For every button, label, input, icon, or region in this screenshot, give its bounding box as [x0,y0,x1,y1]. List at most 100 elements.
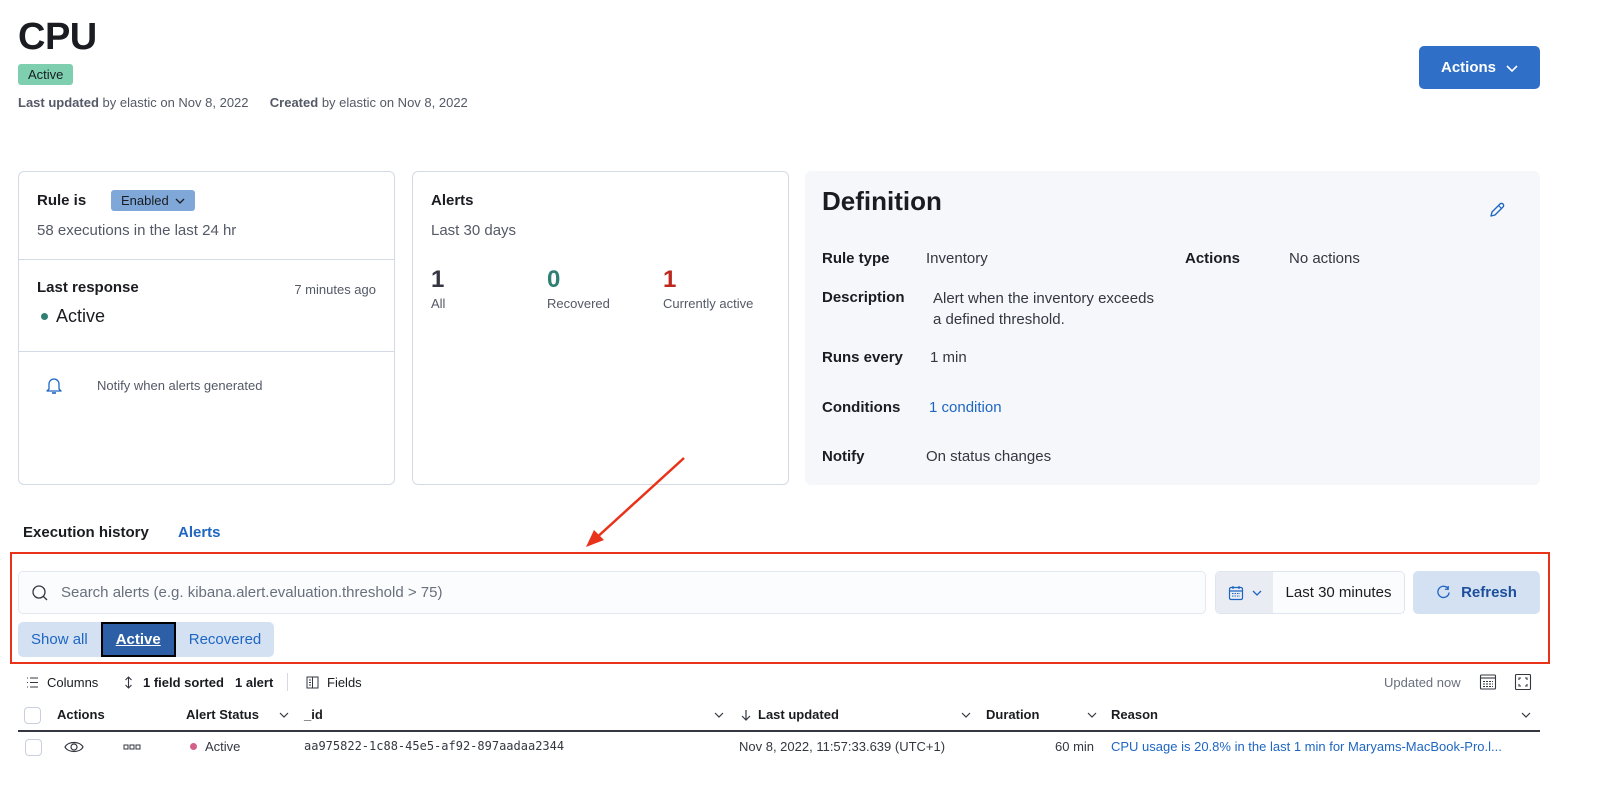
tab-alerts[interactable]: Alerts [178,524,221,541]
column-label: Reason [1111,707,1158,722]
enabled-dropdown[interactable]: Enabled [111,190,195,211]
chevron-down-icon [175,198,185,204]
stat-recovered-label: Recovered [547,296,610,311]
fields-button[interactable]: Fields [306,675,362,690]
row-checkbox-cell [25,739,42,756]
def-key: Description [822,289,905,306]
notify-text: Notify when alerts generated [97,378,263,393]
more-actions-icon[interactable] [123,743,141,751]
sort-button[interactable]: 1 field sorted [122,675,224,690]
def-key: Rule type [822,250,890,267]
stat-recovered: 0 Recovered [547,266,610,311]
last-response-label: Last response [37,279,139,296]
notify-section: Notify when alerts generated [19,352,394,484]
fields-label: Fields [327,675,362,690]
alerts-panel-subtitle: Last 30 days [431,222,517,239]
definition-title: Definition [822,186,942,216]
stat-active-label: Currently active [663,296,754,311]
updated-status: Updated now [1384,675,1461,690]
refresh-icon [1437,585,1450,599]
search-bar [18,571,1206,614]
column-header-reason[interactable]: Reason [1111,707,1158,722]
last-updated-label: Last updated [18,95,99,110]
def-value: On status changes [926,448,1052,465]
filter-recovered[interactable]: Recovered [176,622,275,657]
created-label: Created [269,95,319,110]
stat-all-label: All [431,296,446,311]
fullscreen-icon[interactable] [1514,673,1532,691]
alerts-summary-panel: Alerts Last 30 days 1 All 0 Recovered 1 … [412,171,789,485]
def-value: No actions [1289,250,1360,267]
last-response-status: Active [41,306,105,327]
rule-enabled-section: Rule is Enabled 58 executions in the las… [19,172,394,260]
enabled-label: Enabled [121,193,169,208]
toolbar-divider [287,673,288,691]
search-input[interactable] [61,584,1205,601]
alert-count: 1 alert [235,675,274,690]
last-response-section: Last response 7 minutes ago Active [19,260,394,352]
refresh-label: Refresh [1461,584,1517,601]
def-value: Inventory [926,250,988,267]
conditions-link[interactable]: 1 condition [929,399,1002,416]
pencil-icon[interactable] [1488,201,1506,219]
eye-icon[interactable] [64,739,84,755]
row-reason-link[interactable]: CPU usage is 20.8% in the last 1 min for… [1111,739,1502,754]
columns-label: Columns [47,675,99,690]
row-status: Active [205,739,241,754]
def-key: Conditions [822,399,901,416]
search-icon [32,584,48,600]
chevron-down-icon[interactable] [961,710,971,720]
column-header-last-updated[interactable]: Last updated [740,707,839,722]
status-filter-group: Show all Active Recovered [18,622,275,657]
columns-button[interactable]: Columns [26,675,98,690]
alerts-panel-title: Alerts [431,192,474,209]
status-dot-icon [190,743,197,750]
stat-all-value: 1 [431,266,445,293]
fields-icon [306,676,319,689]
def-key: Runs every [822,349,903,366]
filter-show-all[interactable]: Show all [18,622,101,657]
tab-execution-history[interactable]: Execution history [23,524,149,541]
column-label: Duration [986,707,1040,722]
status-badge: Active [18,64,74,85]
page-title: CPU [18,16,97,58]
def-key: Notify [822,448,865,465]
sort-descending-icon [741,709,751,721]
column-header-alert-status[interactable]: Alert Status [186,707,259,722]
chevron-down-icon[interactable] [1521,710,1531,720]
filter-active[interactable]: Active [100,622,176,657]
column-header-duration[interactable]: Duration [986,707,1039,722]
table-density-icon[interactable] [1479,673,1497,691]
column-label: Alert Status [186,707,259,722]
date-picker: Last 30 minutes [1215,571,1405,614]
row-duration: 60 min [1055,739,1095,754]
column-header-id[interactable]: _id [304,707,323,722]
actions-button[interactable]: Actions [1419,46,1540,89]
def-value: Alert when the inventory exceeds a defin… [933,290,1154,328]
chevron-down-icon [1252,590,1261,596]
chevron-down-icon[interactable] [714,710,724,720]
select-all-checkbox[interactable] [24,707,41,724]
refresh-button[interactable]: Refresh [1413,571,1540,614]
chevron-down-icon[interactable] [1087,710,1097,720]
column-header-actions[interactable]: Actions [57,707,105,722]
date-range-display[interactable]: Last 30 minutes [1273,572,1404,613]
stat-recovered-value: 0 [547,266,561,293]
def-value: 1 min [930,349,967,366]
chevron-down-icon[interactable] [279,710,289,720]
row-checkbox[interactable] [25,739,42,756]
column-label: _id [304,707,323,722]
stat-currently-active: 1 Currently active [663,266,753,311]
quick-menu-button[interactable] [1216,572,1273,613]
row-status-cell: Active [190,739,240,754]
sort-icon [125,676,132,689]
chevron-down-icon [1506,64,1518,72]
column-label: Last updated [758,707,839,722]
def-key: Actions [1185,250,1241,267]
definition-panel: Definition Rule type Inventory Descripti… [805,171,1540,485]
column-label: Actions [57,707,105,722]
calendar-icon [1228,585,1243,600]
rule-is-label: Rule is [37,192,87,209]
row-last-updated: Nov 8, 2022, 11:57:33.639 (UTC+1) [739,739,946,754]
bell-icon [46,378,62,394]
